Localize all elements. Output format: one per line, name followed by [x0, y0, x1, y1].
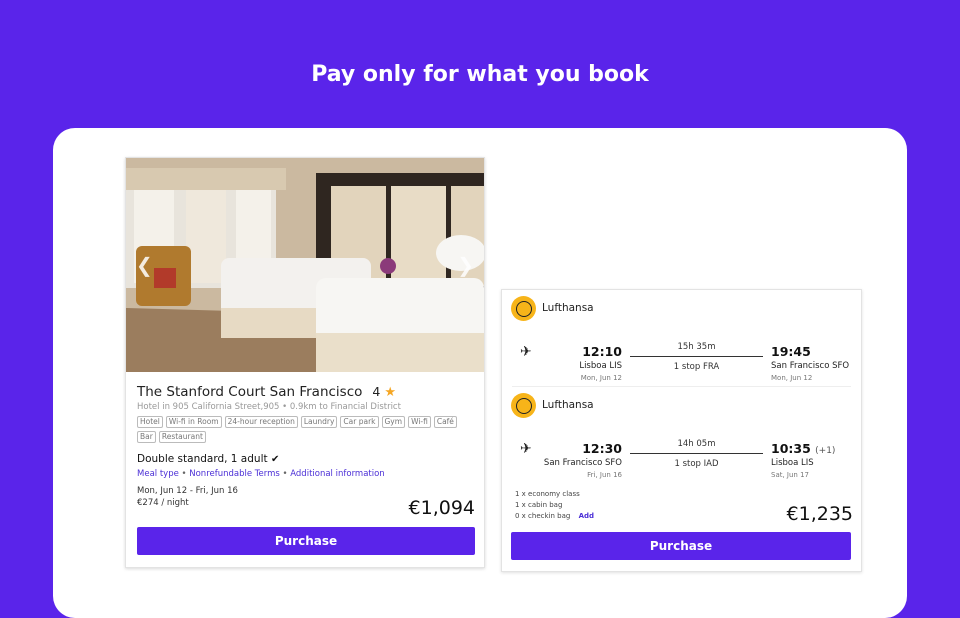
hotel-address: Hotel in 905 California Street,905 • 0.9… [137, 402, 401, 412]
chevron-right-icon[interactable]: ❯ [457, 253, 474, 277]
departure: 12:30 San Francisco SFO Fri, Jun 16 [544, 441, 622, 479]
departure-place: San Francisco SFO [543, 458, 622, 468]
amenity-list: Hotel Wi-fi in Room 24-hour reception La… [137, 416, 457, 443]
baggage-info: 1 x economy class 1 x cabin bag 0 x chec… [515, 489, 594, 522]
plane-icon: ✈ [520, 441, 532, 457]
flight-segment-outbound: Lufthansa ✈ 12:10 Lisboa LIS Mon, Jun 12… [502, 296, 861, 391]
hotel-links: Meal type • Nonrefundable Terms • Additi… [137, 469, 473, 479]
hotel-total-price: €1,094 [408, 497, 475, 519]
amenity-tag: 24-hour reception [224, 416, 298, 428]
departure-date: Mon, Jun 12 [580, 374, 622, 382]
departure-time: 12:30 [582, 441, 622, 456]
room-type-label: Double standard, 1 adult [137, 453, 268, 465]
link-separator: • [181, 469, 187, 479]
baggage-line: 1 x economy class [515, 490, 580, 498]
amenity-tag: Gym [381, 416, 406, 428]
lufthansa-logo-icon [511, 393, 536, 418]
flight-route: 14h 05m 1 stop IAD [630, 439, 763, 469]
flight-duration: 14h 05m [677, 439, 716, 449]
star-icon: ★ [384, 385, 396, 400]
room-type: Double standard, 1 adult ✔ [137, 453, 473, 465]
arrival-day-offset: (+1) [815, 446, 836, 456]
arrival-place: San Francisco SFO [771, 361, 850, 371]
terms-link[interactable]: Nonrefundable Terms [189, 469, 280, 479]
route-line [630, 356, 763, 357]
flight-total-price: €1,235 [786, 503, 853, 525]
route-line [630, 453, 763, 454]
lufthansa-logo-icon [511, 296, 536, 321]
hotel-card: ❮ ❯ The Stanford Court San Francisco 4 ★… [125, 157, 485, 568]
arrival-place: Lisboa LIS [771, 458, 814, 468]
checkin-bag-count: 0 x checkin bag [515, 512, 571, 520]
arrival-time-value: 19:45 [771, 344, 811, 359]
arrival-time: 19:45 [771, 344, 849, 359]
baggage-line: 1 x cabin bag [515, 501, 563, 509]
flight-stops: 1 stop IAD [674, 459, 719, 469]
flight-card: Lufthansa ✈ 12:10 Lisboa LIS Mon, Jun 12… [501, 289, 862, 572]
amenity-tag: Wi-fi in Room [165, 416, 222, 428]
flight-purchase-button[interactable]: Purchase [511, 532, 851, 560]
amenity-tag: Bar [137, 431, 156, 443]
amenity-tag: Car park [340, 416, 379, 428]
link-separator: • [282, 469, 288, 479]
arrival: 19:45 San Francisco SFO Mon, Jun 12 [771, 344, 849, 382]
hotel-name[interactable]: The Stanford Court San Francisco [137, 384, 362, 400]
arrival-date: Mon, Jun 12 [771, 374, 813, 382]
add-bag-link[interactable]: Add [579, 512, 594, 520]
departure-time: 12:10 [582, 344, 622, 359]
arrival: 10:35 (+1) Lisboa LIS Sat, Jun 17 [771, 441, 835, 479]
date-range: Mon, Jun 12 - Fri, Jun 16 [137, 486, 238, 496]
departure-date: Fri, Jun 16 [587, 471, 622, 479]
hotel-purchase-button[interactable]: Purchase [137, 527, 475, 555]
hotel-photo: ❮ ❯ [126, 158, 484, 372]
check-icon: ✔ [270, 454, 280, 465]
rating-value: 4 [372, 384, 381, 399]
additional-info-link[interactable]: Additional information [290, 469, 384, 479]
baggage-line: 0 x checkin bag Add [515, 511, 594, 522]
meal-type-link[interactable]: Meal type [137, 469, 179, 479]
flight-segment-return: Lufthansa ✈ 12:30 San Francisco SFO Fri,… [502, 393, 861, 488]
departure: 12:10 Lisboa LIS Mon, Jun 12 [579, 344, 622, 382]
flight-stops: 1 stop FRA [673, 362, 720, 372]
amenity-tag: Wi-fi [408, 416, 431, 428]
amenity-tag: Café [433, 416, 457, 428]
airline-name: Lufthansa [542, 302, 594, 314]
segment-divider [512, 386, 851, 387]
plane-icon: ✈ [520, 344, 532, 360]
amenity-tag: Hotel [137, 416, 163, 428]
amenity-tag: Restaurant [158, 431, 206, 443]
flight-duration: 15h 35m [677, 342, 716, 352]
amenity-tag: Laundry [300, 416, 338, 428]
airline-name: Lufthansa [542, 399, 594, 411]
arrival-time: 10:35 (+1) [771, 441, 835, 456]
page-title: Pay only for what you book [311, 62, 649, 87]
arrival-time-value: 10:35 [771, 441, 811, 456]
arrival-date: Sat, Jun 17 [771, 471, 809, 479]
departure-place: Lisboa LIS [579, 361, 622, 371]
hotel-rating: 4 ★ [372, 384, 396, 400]
flight-route: 15h 35m 1 stop FRA [630, 342, 763, 372]
chevron-left-icon[interactable]: ❮ [136, 253, 153, 277]
